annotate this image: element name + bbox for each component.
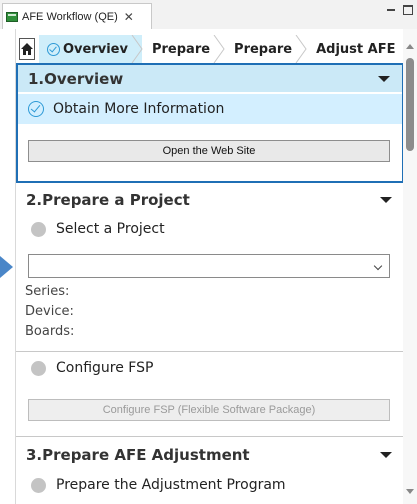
divider bbox=[16, 351, 403, 352]
view-tab-title: AFE Workflow (QE) bbox=[22, 10, 118, 23]
step-prepare-adjustment-program: Prepare the Adjustment Program bbox=[16, 473, 403, 497]
section-header-prepare-project[interactable]: 2.Prepare a Project bbox=[16, 186, 403, 213]
configure-fsp-button[interactable]: Configure FSP (Flexible Software Package… bbox=[28, 399, 390, 421]
step-label: Configure FSP bbox=[56, 360, 154, 376]
app-window-icon bbox=[6, 11, 18, 22]
series-label: Series: bbox=[25, 284, 70, 299]
open-web-site-button[interactable]: Open the Web Site bbox=[28, 140, 390, 162]
scrollbar-thumb[interactable] bbox=[406, 58, 414, 151]
pending-dot-icon bbox=[31, 360, 46, 376]
section-header-overview[interactable]: 1.Overview bbox=[18, 65, 402, 92]
project-select-combo[interactable] bbox=[28, 254, 390, 278]
step-obtain-more-information: Obtain More Information bbox=[18, 94, 402, 124]
overview-section: 1.Overview Obtain More Information Open … bbox=[16, 63, 403, 183]
step-label: Select a Project bbox=[56, 221, 165, 237]
breadcrumb-label: Overviev bbox=[63, 41, 128, 57]
check-circle-icon bbox=[28, 101, 44, 117]
scroll-down-icon[interactable] bbox=[406, 489, 414, 494]
divider bbox=[16, 436, 403, 437]
scroll-up-icon[interactable] bbox=[406, 44, 414, 49]
chevron-down-icon[interactable] bbox=[373, 261, 383, 271]
device-label: Device: bbox=[25, 304, 74, 319]
view-tab-bar: AFE Workflow (QE) ✕ bbox=[0, 0, 417, 29]
section-title: 1.Overview bbox=[28, 69, 124, 88]
minimize-icon[interactable] bbox=[387, 9, 395, 12]
breadcrumb-item-adjust-afe[interactable]: Adjust AFE bbox=[306, 35, 403, 63]
breadcrumb-label: Prepare bbox=[151, 41, 211, 57]
step-label: Prepare the Adjustment Program bbox=[56, 477, 286, 493]
caret-down-icon[interactable] bbox=[378, 75, 390, 82]
breadcrumb-item-prepare-project[interactable]: Prepare bbox=[142, 35, 225, 63]
home-icon bbox=[21, 43, 33, 55]
breadcrumb-item-prepare-afe[interactable]: Prepare bbox=[224, 35, 307, 63]
caret-down-icon[interactable] bbox=[380, 196, 392, 203]
section-title: 3.Prepare AFE Adjustment bbox=[26, 445, 250, 464]
step-configure-fsp: Configure FSP bbox=[16, 356, 403, 380]
check-circle-icon bbox=[47, 42, 60, 56]
section-header-prepare-afe[interactable]: 3.Prepare AFE Adjustment bbox=[16, 441, 403, 468]
pending-dot-icon bbox=[31, 221, 46, 237]
step-select-project: Select a Project bbox=[16, 217, 403, 241]
workflow-panel: Overviev Prepare Prepare Adjust AFE 1.Ov… bbox=[15, 29, 403, 504]
maximize-icon[interactable] bbox=[403, 5, 413, 15]
close-icon[interactable]: ✕ bbox=[124, 11, 134, 23]
breadcrumb-item-overview[interactable]: Overviev bbox=[39, 35, 143, 63]
vertical-scrollbar[interactable] bbox=[403, 29, 417, 504]
view-tab-afe-workflow[interactable]: AFE Workflow (QE) ✕ bbox=[2, 3, 152, 29]
breadcrumb: Overviev Prepare Prepare Adjust AFE bbox=[16, 35, 403, 63]
pending-dot-icon bbox=[31, 477, 46, 493]
step-label: Obtain More Information bbox=[53, 101, 225, 117]
boards-label: Boards: bbox=[25, 324, 75, 339]
view-window-controls bbox=[387, 5, 413, 15]
section-title: 2.Prepare a Project bbox=[26, 190, 190, 209]
pointer-arrow-icon bbox=[0, 256, 13, 278]
caret-down-icon[interactable] bbox=[380, 451, 392, 458]
breadcrumb-label: Prepare bbox=[234, 41, 293, 57]
breadcrumb-label: Adjust AFE bbox=[316, 41, 396, 57]
home-button[interactable] bbox=[19, 38, 35, 60]
